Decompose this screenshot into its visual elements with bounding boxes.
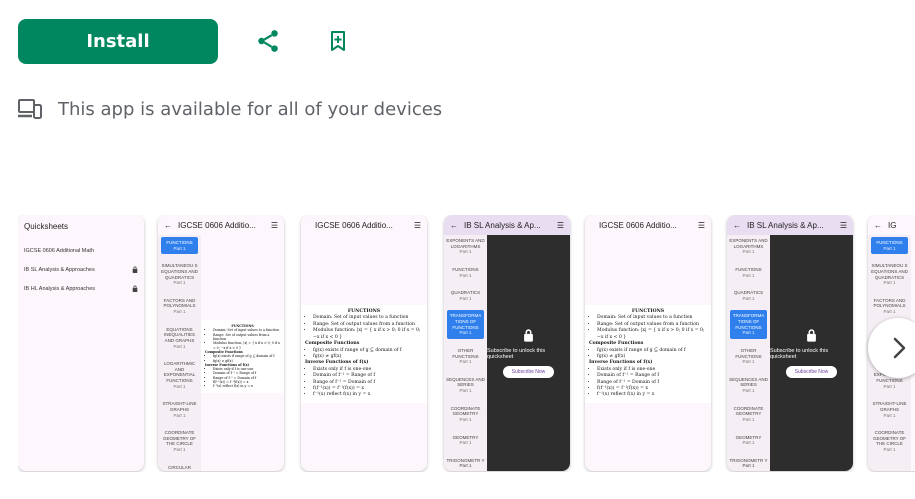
- menu-icon: ☰: [839, 220, 847, 230]
- topic-sidebar: FUNCTIONS Part 1 SIMULTANEOU S EQUATIONS …: [158, 235, 201, 471]
- share-icon: [258, 30, 278, 52]
- screenshot-5[interactable]: IGCSE 0606 Additio... ☰ FUNCTIONS Domain…: [585, 215, 711, 471]
- install-button[interactable]: Install: [18, 19, 218, 64]
- sidebar-item: EQUATIONS INEQUALITIES AND GRAPHSPart 1: [163, 326, 195, 349]
- lock-icon: [132, 285, 138, 292]
- screenshot-toolbar: ← IB SL Analysis & Ap... ☰: [444, 215, 570, 235]
- back-arrow-icon: ←: [874, 220, 882, 230]
- device-availability-text: This app is available for all of your de…: [58, 98, 443, 120]
- sidebar-item: OTHER FUNCTIONS Part 1: [735, 347, 762, 365]
- sidebar-item: GEOMETRY Part 1: [735, 434, 762, 446]
- sheet-document: FUNCTIONS Domain: Set of input values to…: [301, 305, 427, 403]
- locked-overlay: Subscribe to unlock this quicksheet Subs…: [487, 235, 570, 471]
- sheet-document: FUNCTIONS Domain: Set of input values to…: [585, 305, 711, 403]
- chevron-right-icon: [893, 337, 906, 359]
- screenshot-toolbar: IGCSE 0606 Additio... ☰: [599, 220, 705, 230]
- sidebar-item: FUNCTIONS Part 1: [161, 237, 198, 255]
- devices-icon: [18, 99, 42, 119]
- sidebar-item: COORDINATE GEOMETRY Part 1: [450, 405, 481, 422]
- sidebar-item: CIRCULAR: [167, 464, 191, 470]
- list-item: IGCSE 0606 Additional Math: [24, 247, 95, 254]
- back-arrow-icon: ←: [733, 220, 741, 230]
- sidebar-item: EXPONENTS AND LOGARITHMS Part 1: [446, 238, 485, 255]
- quicksheets-title: Quicksheets: [24, 222, 69, 231]
- sheet-content: FUNCTIONS Domain: Set of input values to…: [201, 235, 284, 471]
- sidebar-item: STRAIGHT-LINE GRAPHS Part 1: [872, 401, 907, 418]
- share-button[interactable]: [253, 26, 283, 56]
- sidebar-item: LOGARITHMIC AND EXPONENTIAL FUNCTIONSPar…: [163, 361, 196, 389]
- menu-icon: ☰: [270, 220, 278, 230]
- sheet-document: FUNCTIONS Domain: Set of input values to…: [201, 320, 284, 393]
- lock-icon: [132, 266, 138, 273]
- screenshot-toolbar: ← IGCSE 0606 Additio... ☰: [164, 220, 278, 230]
- back-arrow-icon: ←: [450, 220, 458, 230]
- sidebar-item: TRIGONOMETR Y Part 1: [446, 457, 485, 469]
- lock-icon: [807, 329, 816, 342]
- sidebar-item: SIMULTANEOU S EQUATIONS AND QUADRATICS Pa…: [871, 263, 908, 286]
- app-detail-section: Install This app is available for all of…: [0, 0, 915, 499]
- locked-overlay: Subscribe to unlock this quicksheet Subs…: [770, 235, 853, 471]
- sidebar-item: STRAIGHT-LINE GRAPHS Part 1: [162, 401, 197, 418]
- add-to-wishlist-button[interactable]: [323, 26, 353, 56]
- sidebar-item: COORDINATE GEOMETRY Part 1: [733, 405, 764, 422]
- sidebar-item: GEOMETRY Part 1: [452, 434, 479, 446]
- subscribe-now-button: Subscribe Now: [785, 366, 838, 378]
- unlock-message: Subscribe to unlock this quicksheet: [770, 348, 829, 360]
- sidebar-item: SEQUENCES AND SERIES Part 1: [729, 376, 768, 393]
- list-item: IB SL Analysis & Approaches: [18, 260, 144, 279]
- topic-sidebar: EXPONENTS AND LOGARITHMS Part 1 FUNCTIONS…: [444, 235, 487, 471]
- sidebar-item: TRIGONOMETR Y Part 1: [729, 457, 768, 469]
- unlock-message: Subscribe to unlock this quicksheet: [487, 348, 546, 360]
- back-arrow-icon: ←: [164, 220, 172, 230]
- sidebar-item: FUNCTIONS Part 1: [871, 237, 908, 255]
- subscribe-now-button: Subscribe Now: [502, 366, 555, 378]
- menu-icon: ☰: [697, 220, 705, 230]
- menu-icon: ☰: [413, 220, 421, 230]
- sidebar-item: QUADRATICS Part 1: [450, 290, 481, 301]
- sidebar-item: SEQUENCES AND SERIES Part 1: [446, 376, 485, 393]
- sidebar-item: COORDINATE GEOMETRY OF THE CIRCLE Part 1: [162, 430, 197, 452]
- screenshot-toolbar: IGCSE 0606 Additio... ☰: [315, 220, 421, 230]
- sidebar-item: EXPONENTS AND LOGARITHMS Part 1: [729, 238, 768, 255]
- sidebar-item: QUADRATICS Part 1: [733, 290, 764, 301]
- sidebar-item: FUNCTIONS Part 1: [735, 266, 762, 278]
- sidebar-item: TRANSFORMA TIONS OF FUNCTIONS Part 1: [730, 310, 767, 339]
- sidebar-item: FACTORS AND POLYNOMIALS Part 1: [873, 297, 906, 314]
- sidebar-item: SIMULTANEOU S EQUATIONS AND QUADRATICS Pa…: [161, 263, 198, 286]
- sidebar-item: OTHER FUNCTIONS Part 1: [452, 347, 479, 365]
- screenshot-6[interactable]: ← IB SL Analysis & Ap... ☰ EXPONENTS AND…: [727, 215, 853, 471]
- bookmark-add-icon: [331, 31, 345, 51]
- sidebar-item: TRANSFORMA TIONS OF FUNCTIONS Part 1: [447, 310, 484, 339]
- screenshot-toolbar: ← IG: [874, 220, 897, 230]
- lock-icon: [524, 329, 533, 342]
- sidebar-item: COORDINATE GEOMETRY OF THE CIRCLE Part 1: [872, 430, 907, 452]
- topic-sidebar: EXPONENTS AND LOGARITHMS Part 1 FUNCTIONS…: [727, 235, 770, 471]
- screenshot-2[interactable]: ← IGCSE 0606 Additio... ☰ FUNCTIONS Part …: [158, 215, 284, 471]
- screenshot-1[interactable]: Quicksheets IGCSE 0606 Additional Math I…: [18, 215, 144, 471]
- device-availability: This app is available for all of your de…: [18, 98, 442, 120]
- list-item: IB HL Analysis & Approaches: [18, 279, 144, 298]
- menu-icon: ☰: [556, 220, 564, 230]
- screenshot-toolbar: ← IB SL Analysis & Ap... ☰: [727, 215, 853, 235]
- screenshot-4[interactable]: ← IB SL Analysis & Ap... ☰ EXPONENTS AND…: [444, 215, 570, 471]
- screenshot-carousel[interactable]: Quicksheets IGCSE 0606 Additional Math I…: [18, 215, 915, 472]
- sidebar-item: FACTORS AND POLYNOMIALS Part 1: [163, 297, 196, 314]
- sidebar-item: FUNCTIONS Part 1: [452, 266, 479, 278]
- screenshot-3[interactable]: IGCSE 0606 Additio... ☰ FUNCTIONS Domain…: [301, 215, 427, 471]
